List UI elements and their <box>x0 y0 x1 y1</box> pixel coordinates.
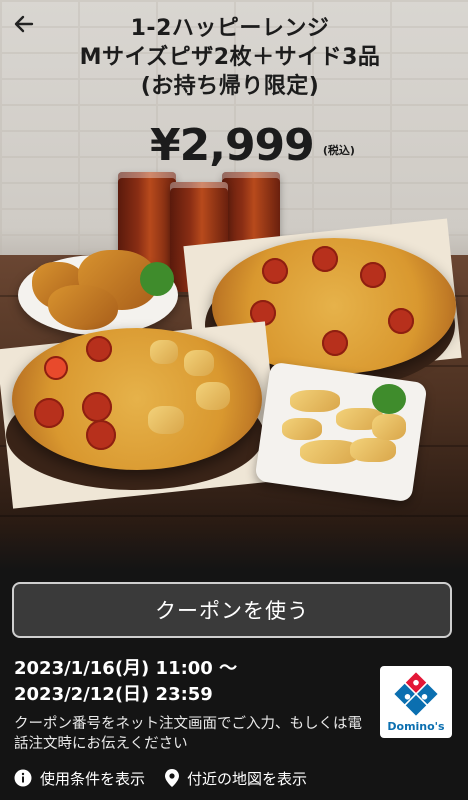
title-line: Mサイズピザ2枚＋サイド3品 <box>79 45 381 70</box>
dominos-logo-icon: Domino's <box>387 670 445 733</box>
validity-end: 2023/2/12(日) 23:59 <box>14 684 213 705</box>
price-amount: ¥2,999 <box>150 120 315 171</box>
price: ¥2,999 (税込) <box>150 118 355 178</box>
validity-period: 2023/1/16(月) 11:00 〜 2023/2/12(日) 23:59 <box>14 656 237 708</box>
hero-image: 1-2ハッピーレンジ Mサイズピザ2枚＋サイド3品 (お持ち帰り限定) ¥2,9… <box>0 0 468 570</box>
map-link-label: 付近の地図を表示 <box>187 769 308 788</box>
coupon-instructions: クーポン番号をネット注文画面でご入力、もしくは電話注文時にお伝えください <box>14 716 362 752</box>
dominos-logo: Domino's <box>380 666 452 738</box>
brand-name: Domino's <box>387 720 445 733</box>
validity-start: 2023/1/16(月) 11:00 〜 <box>14 658 238 679</box>
use-coupon-button[interactable]: クーポンを使う <box>12 582 452 638</box>
arrow-left-icon[interactable] <box>10 10 38 38</box>
map-pin-icon <box>165 769 180 787</box>
terms-link[interactable]: 使用条件を表示 <box>14 768 145 789</box>
coupon-details: クーポンを使う 2023/1/16(月) 11:00 〜 2023/2/12(日… <box>0 570 468 800</box>
title-line: (お持ち帰り限定) <box>140 74 320 99</box>
campaign-title: 1-2ハッピーレンジ Mサイズピザ2枚＋サイド3品 (お持ち帰り限定) <box>60 14 400 101</box>
terms-link-label: 使用条件を表示 <box>40 769 146 788</box>
tax-note: (税込) <box>322 144 355 157</box>
info-icon <box>14 769 32 787</box>
map-link[interactable]: 付近の地図を表示 <box>165 768 307 789</box>
footer-links: 使用条件を表示 付近の地図を表示 <box>14 766 454 790</box>
title-line: 1-2ハッピーレンジ <box>130 16 330 41</box>
